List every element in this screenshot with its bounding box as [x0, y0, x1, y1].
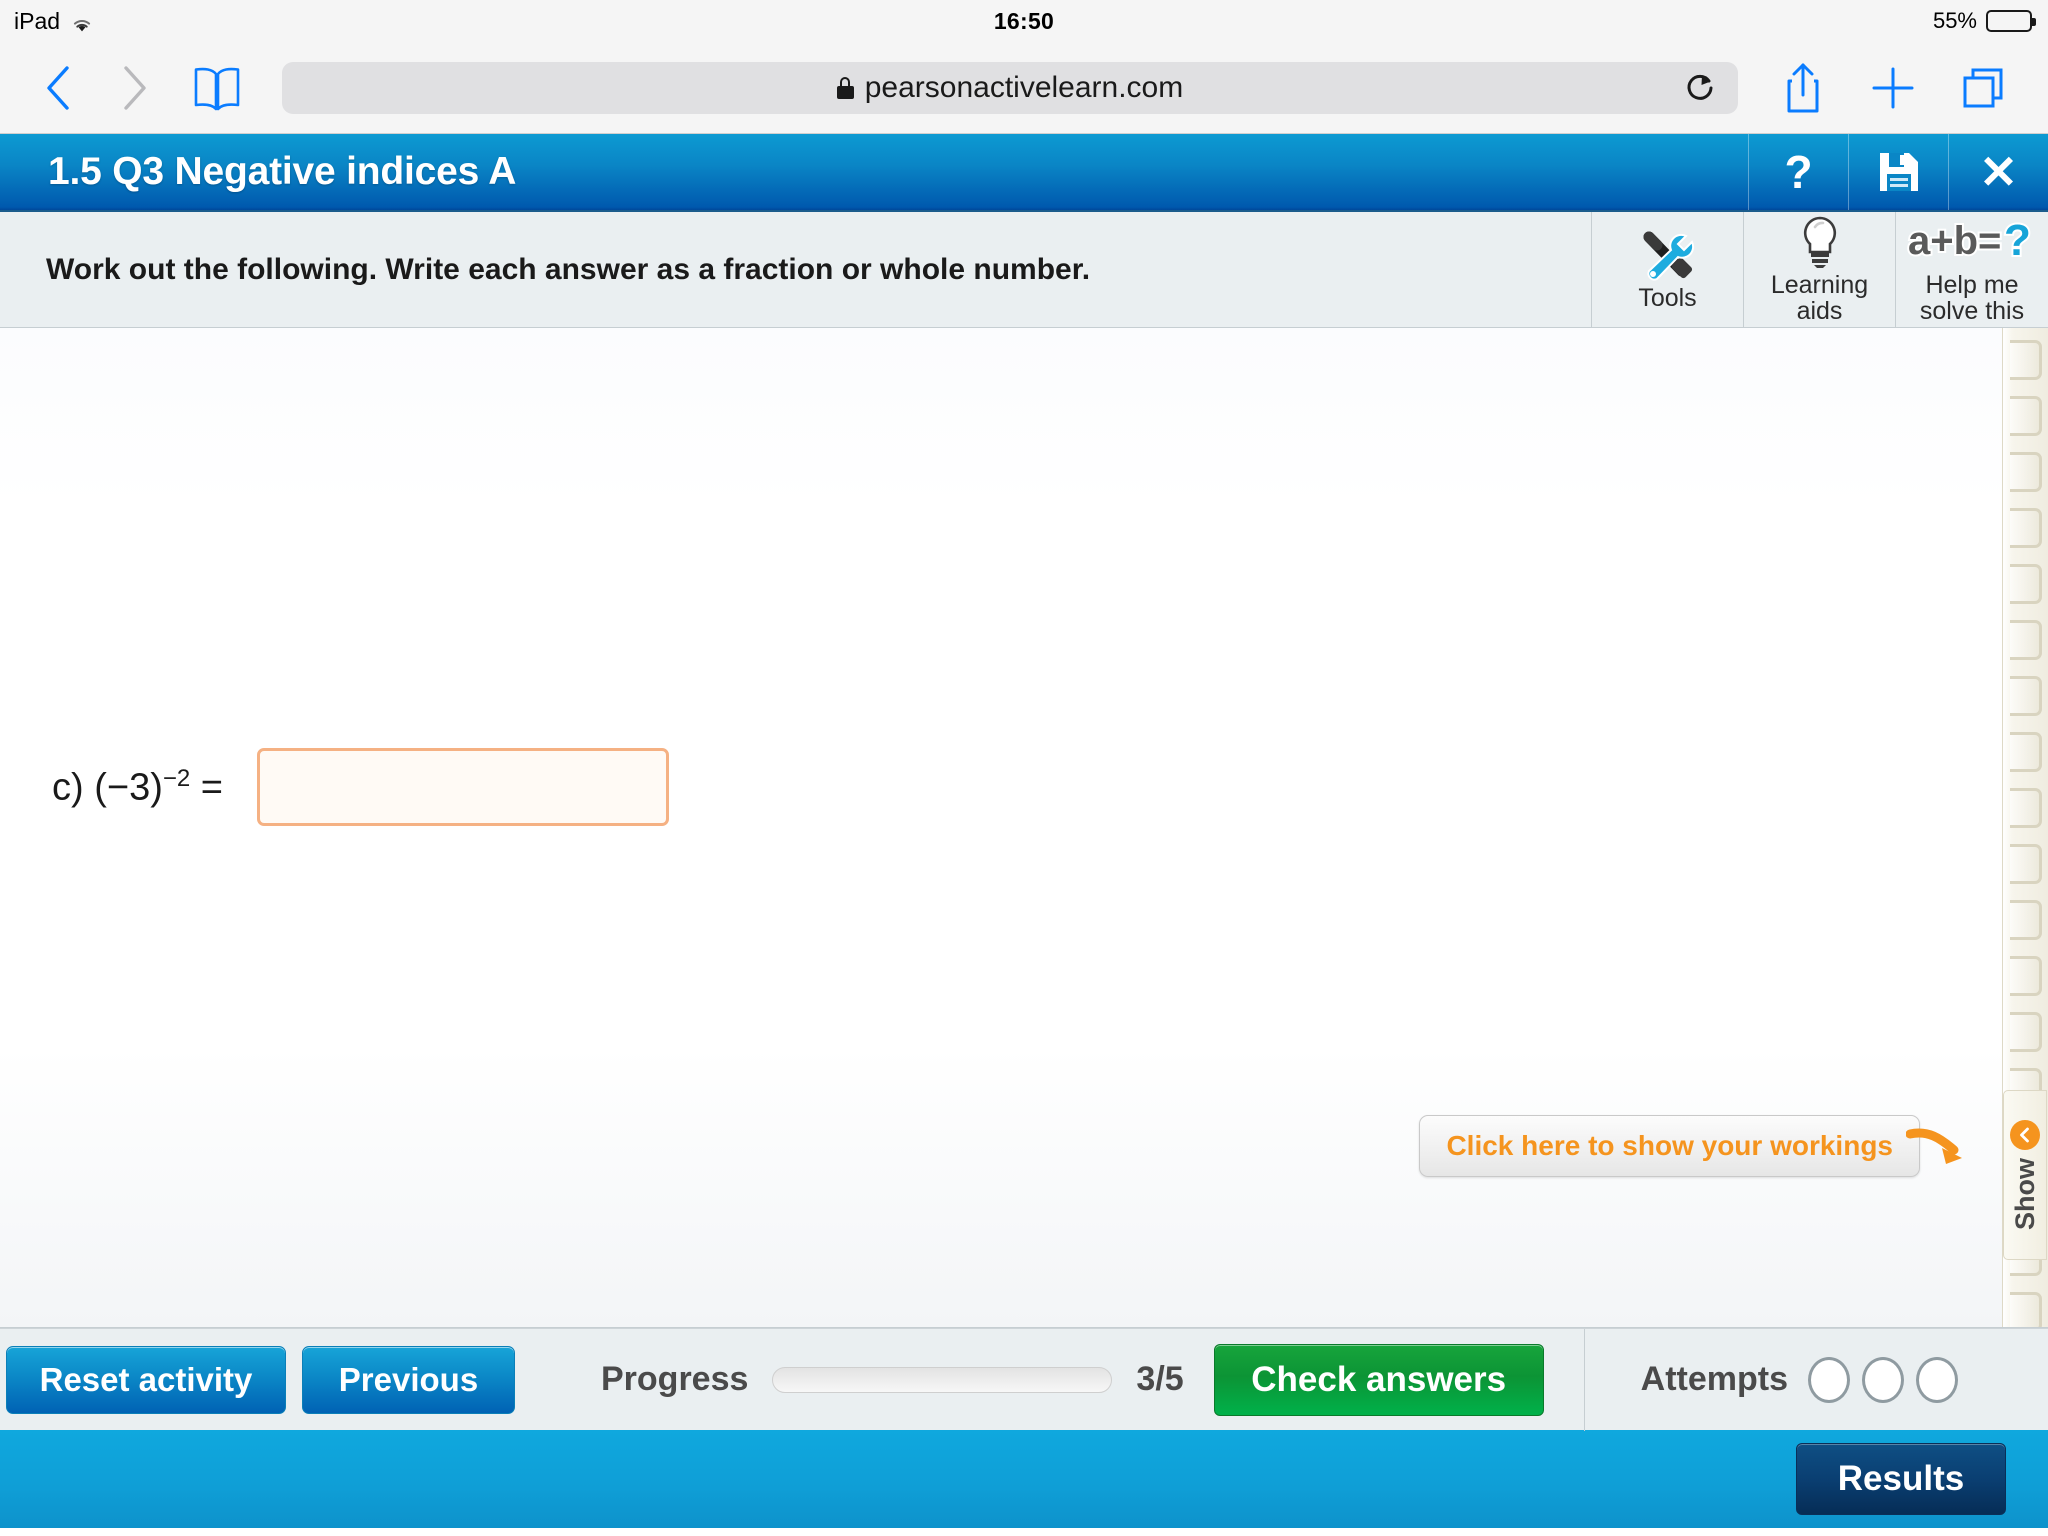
lock-icon [836, 76, 854, 99]
browser-back-button[interactable] [22, 57, 94, 119]
address-bar-content: pearsonactivelearn.com [836, 70, 1184, 105]
binding-ring [2010, 620, 2042, 660]
floppy-disk-icon [1879, 153, 1918, 191]
header-save-button[interactable] [1848, 134, 1948, 210]
lightbulb-icon [1797, 213, 1843, 271]
learning-aids-button[interactable]: Learning aids [1744, 212, 1896, 327]
binding-ring [2010, 452, 2042, 492]
tools-button[interactable]: Tools [1592, 212, 1744, 327]
question-mark-icon: ? [1784, 146, 1813, 198]
attempts-label: Attempts [1640, 1360, 1789, 1398]
help-me-solve-label-line1: Help me [1925, 271, 2019, 299]
tools-icon [1637, 226, 1699, 284]
progress-bar [772, 1366, 1113, 1393]
tools-label: Tools [1638, 284, 1697, 312]
attempt-dot [1916, 1356, 1959, 1403]
show-workings-label: Click here to show your workings [1446, 1130, 1893, 1161]
question-expression: c) (−3)−2 = [52, 765, 223, 810]
close-icon: ✕ [1979, 146, 2018, 198]
battery-icon [1986, 10, 2036, 32]
share-icon [1787, 63, 1819, 112]
reload-button[interactable] [1680, 68, 1720, 108]
binding-ring [2010, 732, 2042, 772]
status-bar-clock: 16:50 [993, 7, 1055, 34]
activity-footer: Results [0, 1430, 2048, 1528]
instruction-strip: Work out the following. Write each answe… [0, 212, 2048, 328]
answer-input[interactable] [257, 748, 669, 826]
binding-ring [2010, 900, 2042, 940]
equation-icon: a+b= ? [1906, 213, 2038, 271]
binding-ring [2010, 788, 2042, 828]
progress-count: 3/5 [1136, 1360, 1184, 1398]
reload-icon [1687, 74, 1713, 100]
question-equals: = [200, 766, 223, 809]
header-help-button[interactable]: ? [1748, 134, 1848, 210]
notebook-binding: Show [2002, 328, 2048, 1327]
binding-ring [2010, 1012, 2042, 1052]
address-bar-url: pearsonactivelearn.com [864, 70, 1184, 104]
help-me-solve-label-line2: solve this [1919, 297, 2025, 325]
show-workings-callout: Click here to show your workings [1419, 1115, 1976, 1177]
chevron-left-circle-icon [2010, 1120, 2040, 1150]
question-base: (−3) [94, 766, 163, 809]
show-workings-tab[interactable]: Show [2003, 1090, 2047, 1260]
binding-ring [2010, 956, 2042, 996]
activity-bottom-toolbar: Reset activity Previous Progress 3/5 Che… [0, 1328, 2048, 1431]
previous-button[interactable]: Previous [302, 1345, 515, 1414]
svg-text:a+b=: a+b= [1908, 219, 2001, 263]
reset-activity-label: Reset activity [39, 1360, 253, 1398]
binding-ring [2010, 1292, 2042, 1327]
activity-header: 1.5 Q3 Negative indices A ? ✕ [0, 134, 2048, 212]
share-button[interactable] [1760, 55, 1846, 121]
attempt-dots [1808, 1356, 1959, 1403]
results-button[interactable]: Results [1796, 1443, 2006, 1515]
address-bar[interactable]: pearsonactivelearn.com [282, 61, 1738, 114]
question-work-area: c) (−3)−2 = Click here to show your work… [0, 328, 2048, 1328]
chevron-left-icon [47, 65, 69, 110]
reset-activity-button[interactable]: Reset activity [6, 1345, 286, 1414]
svg-text:?: ? [2004, 218, 2031, 265]
show-tab-label: Show [2009, 1158, 2040, 1230]
binding-ring [2010, 676, 2042, 716]
check-answers-button[interactable]: Check answers [1213, 1343, 1544, 1416]
curved-arrow-icon [1905, 1116, 1976, 1177]
new-tab-button[interactable] [1850, 55, 1936, 121]
help-me-solve-this-button[interactable]: a+b= ? Help me solve this [1896, 212, 2048, 327]
binding-ring [2010, 564, 2042, 604]
progress-label: Progress [601, 1360, 749, 1398]
check-answers-label: Check answers [1251, 1359, 1507, 1399]
attempts-group: Attempts [1583, 1328, 1959, 1431]
plus-icon [1872, 67, 1914, 108]
previous-label: Previous [338, 1360, 479, 1398]
question-part-letter: c) [52, 766, 84, 809]
page-title: 1.5 Q3 Negative indices A [48, 150, 517, 193]
question-exponent: −2 [162, 764, 191, 792]
chevron-right-icon [124, 65, 146, 110]
show-tabs-button[interactable] [1940, 55, 2026, 121]
binding-ring [2010, 844, 2042, 884]
learning-aids-label-line1: Learning [1770, 271, 1869, 299]
binding-ring [2010, 508, 2042, 548]
attempt-dot [1808, 1356, 1851, 1403]
results-label: Results [1837, 1459, 1965, 1498]
question-row: c) (−3)−2 = [52, 748, 669, 826]
ios-status-bar: iPad 16:50 55% [0, 0, 2048, 42]
safari-toolbar: pearsonactivelearn.com [0, 42, 2048, 134]
attempt-dot [1862, 1356, 1905, 1403]
bookmarks-button[interactable] [174, 57, 260, 119]
header-close-button[interactable]: ✕ [1948, 134, 2048, 210]
show-workings-button[interactable]: Click here to show your workings [1419, 1115, 1920, 1177]
book-icon [194, 67, 240, 110]
tabs-icon [1963, 68, 2003, 107]
binding-ring [2010, 396, 2042, 436]
browser-forward-button[interactable] [98, 57, 170, 119]
progress-group: Progress 3/5 [601, 1360, 1184, 1399]
learning-aids-label-line2: aids [1796, 297, 1843, 325]
binding-ring [2010, 340, 2042, 380]
instruction-text: Work out the following. Write each answe… [0, 212, 1592, 327]
